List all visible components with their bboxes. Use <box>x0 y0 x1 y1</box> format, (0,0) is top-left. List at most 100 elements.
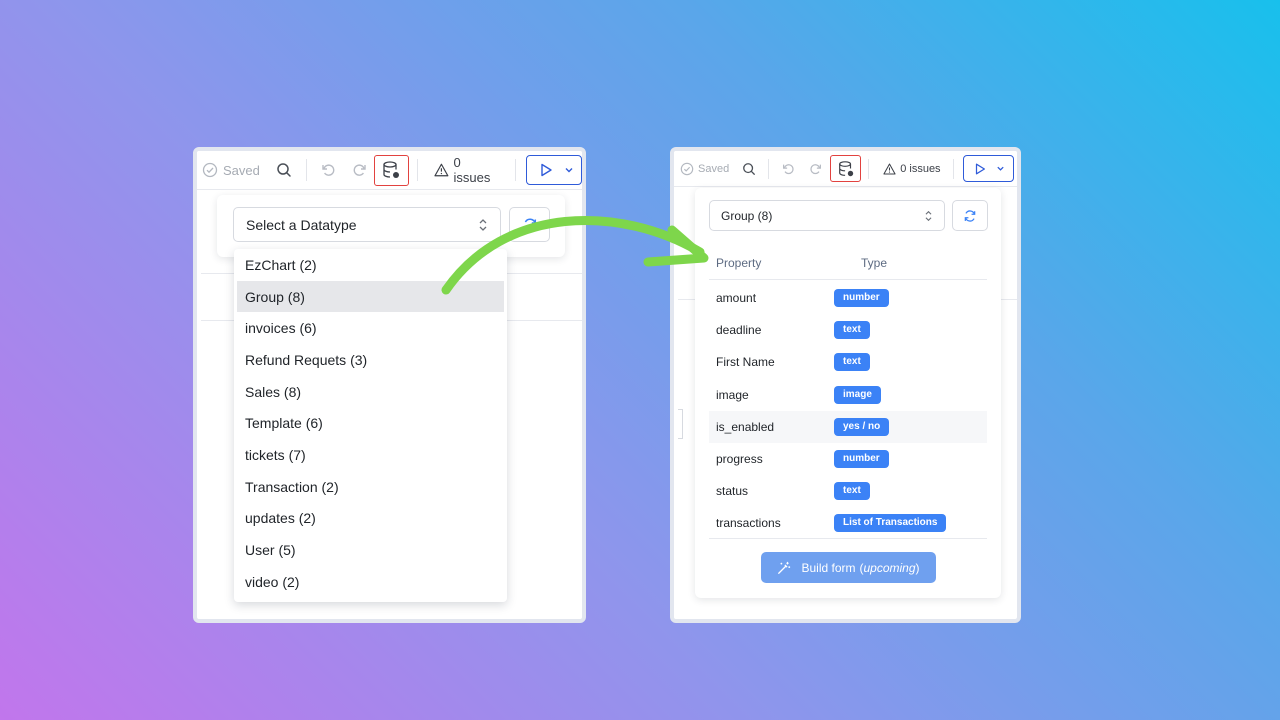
transition-arrow <box>441 216 709 295</box>
search-button[interactable] <box>739 159 759 179</box>
saved-label: Saved <box>698 162 730 175</box>
type-badge: List of Transactions <box>834 514 947 533</box>
property-row[interactable]: deadline text <box>709 314 987 346</box>
saved-status: Saved <box>202 162 260 178</box>
property-row[interactable]: First Name text <box>709 346 987 378</box>
magic-wand-icon <box>778 561 791 574</box>
type-column-header: Type <box>861 256 888 270</box>
saved-status: Saved <box>680 162 729 176</box>
left-panel: Saved 0 issues Select a Datatype EzChart… <box>193 147 586 623</box>
datatype-select[interactable]: Select a Datatype <box>233 207 501 242</box>
undo-icon <box>783 163 794 174</box>
type-badge: image <box>834 385 881 404</box>
type-badge: yes / no <box>834 417 890 436</box>
datatype-button[interactable] <box>830 155 862 182</box>
toolbar-divider <box>952 158 954 179</box>
datatype-option[interactable]: Sales (8) <box>237 376 504 408</box>
type-badge: text <box>834 321 870 340</box>
toolbar-divider <box>305 159 307 181</box>
type-badge: text <box>834 482 870 501</box>
build-form-button[interactable]: Build form (upcoming) <box>761 552 936 583</box>
refresh-icon <box>523 217 536 232</box>
chevron-down-icon <box>996 166 1004 171</box>
datatype-dropdown: EzChart (2) Group (8) invoices (6) Refund R… <box>234 249 507 602</box>
build-form-note-close: ) <box>915 560 920 575</box>
property-name: amount <box>716 291 757 305</box>
property-name: is_enabled <box>716 419 775 434</box>
toolbar-divider <box>416 159 418 181</box>
table-footer-divider <box>709 538 987 539</box>
play-icon <box>540 163 552 177</box>
property-name: deadline <box>716 323 762 338</box>
property-row[interactable]: progress number <box>709 443 987 475</box>
refresh-button[interactable] <box>952 200 988 231</box>
property-row[interactable]: image image <box>709 379 987 411</box>
property-row[interactable]: transactions List of Transactions <box>709 507 987 539</box>
run-button[interactable] <box>962 155 1014 182</box>
property-name: progress <box>716 452 763 466</box>
redo-button[interactable] <box>806 159 826 179</box>
datatype-card: Select a Datatype <box>217 195 565 257</box>
property-row[interactable]: status text <box>709 475 987 507</box>
editor-toolbar: Saved 0 issues <box>197 151 582 190</box>
toolbar-divider <box>768 158 770 179</box>
datatype-option[interactable]: EzChart (2) <box>237 249 504 281</box>
datatype-option[interactable]: Transaction (2) <box>237 471 504 503</box>
search-icon <box>276 163 291 177</box>
datatype-option[interactable]: video (2) <box>237 566 504 598</box>
canvas-edge-handle <box>678 409 683 439</box>
datatype-select-value: Select a Datatype <box>246 216 357 233</box>
property-row[interactable]: is_enabled yes / no <box>709 410 987 443</box>
search-button[interactable] <box>272 158 296 182</box>
run-button[interactable] <box>525 155 582 185</box>
property-name: transactions <box>716 516 781 531</box>
datatype-option[interactable]: Template (6) <box>237 407 504 439</box>
build-form-note: upcoming <box>863 560 916 575</box>
datatype-option[interactable]: User (5) <box>237 534 504 566</box>
undo-button[interactable] <box>778 159 798 179</box>
check-circle-icon <box>202 162 218 178</box>
type-badge: text <box>834 353 870 372</box>
select-arrows-icon <box>925 210 932 221</box>
datatype-option[interactable]: updates (2) <box>237 503 504 535</box>
datatype-button[interactable] <box>374 154 409 186</box>
select-arrows-icon <box>479 218 487 231</box>
issues-label: 0 issues <box>900 162 941 175</box>
property-row[interactable]: amount number <box>709 282 987 314</box>
property-name: status <box>716 484 749 499</box>
undo-button[interactable] <box>317 158 341 182</box>
refresh-button[interactable] <box>509 207 550 242</box>
search-icon <box>743 162 756 175</box>
toolbar-divider <box>868 158 870 179</box>
toolbar-divider <box>514 159 516 181</box>
datatype-select-value: Group (8) <box>721 208 773 223</box>
right-panel: Saved 0 issues Group (8) Property Type a… <box>670 147 1021 623</box>
table-header-divider <box>709 279 987 280</box>
undo-icon <box>322 164 335 176</box>
property-column-header: Property <box>716 256 762 270</box>
issues-indicator[interactable]: 0 issues <box>434 155 501 185</box>
datatype-option[interactable]: tickets (7) <box>237 439 504 471</box>
check-circle-icon <box>680 162 694 175</box>
warning-icon <box>883 163 896 174</box>
database-icon <box>383 161 400 178</box>
build-form-label: Build form <box>801 560 856 575</box>
saved-label: Saved <box>223 162 260 178</box>
property-name: First Name <box>716 355 775 370</box>
datatype-option[interactable]: Refund Requets (3) <box>237 344 504 376</box>
database-icon <box>838 160 853 176</box>
type-badge: number <box>834 450 889 468</box>
issues-indicator[interactable]: 0 issues <box>883 162 941 175</box>
property-name: image <box>716 387 749 402</box>
type-badge: number <box>834 289 889 307</box>
issues-label: 0 issues <box>453 155 491 185</box>
datatype-option[interactable]: Group (8) <box>237 280 504 313</box>
redo-icon <box>353 164 366 176</box>
editor-toolbar: Saved 0 issues <box>674 151 1017 187</box>
datatype-option[interactable]: invoices (6) <box>237 312 504 344</box>
redo-icon <box>810 163 822 174</box>
redo-button[interactable] <box>348 158 372 182</box>
warning-icon <box>434 163 449 177</box>
datatype-card: Group (8) Property Type amount number dead… <box>695 188 1001 598</box>
datatype-select[interactable]: Group (8) <box>709 200 945 231</box>
